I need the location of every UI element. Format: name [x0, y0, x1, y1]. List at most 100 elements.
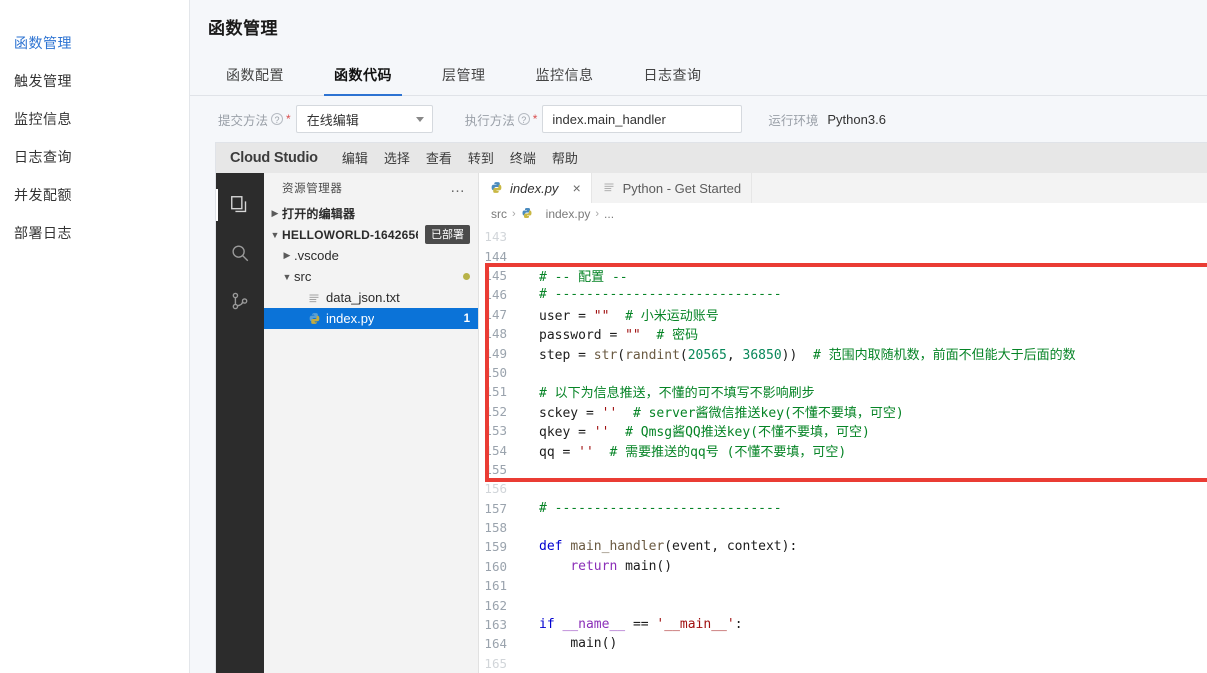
ide-menu-2[interactable]: 查看 — [418, 151, 460, 166]
submit-method-label: 提交方法 ? — [218, 110, 283, 129]
code-line-156: 156 — [479, 479, 1207, 498]
search-icon[interactable] — [216, 229, 264, 277]
code-line-160: 160 return main() — [479, 557, 1207, 576]
sidebar-item-3[interactable]: 日志查询 — [0, 138, 189, 176]
files-icon[interactable] — [216, 181, 264, 229]
code-line-text: def main_handler(event, context): — [525, 539, 797, 554]
page-header: 函数管理 — [190, 0, 1207, 56]
app-root: 函数管理触发管理监控信息日志查询并发配额部署日志 函数管理 函数配置函数代码层管… — [0, 0, 1207, 673]
sidebar-item-4[interactable]: 并发配额 — [0, 176, 189, 214]
editor-tab-label: Python - Get Started — [623, 181, 742, 196]
submit-method-select[interactable]: 在线编辑 — [296, 105, 433, 133]
ide-menu-3[interactable]: 转到 — [460, 151, 502, 166]
code-line-text: # -- 配置 -- — [525, 266, 628, 285]
line-number: 145 — [479, 268, 525, 283]
breadcrumb-item-2[interactable]: ... — [604, 207, 614, 221]
line-number: 163 — [479, 617, 525, 632]
code-line-text: qkey = '' # Qmsg酱QQ推送key(不懂不要填，可空) — [525, 421, 870, 440]
console-tabbar: 函数配置函数代码层管理监控信息日志查询 — [190, 56, 1207, 96]
ide-menubar: Cloud Studio 编辑选择查看转到终端帮助 — [216, 143, 1207, 173]
ide-menu-5[interactable]: 帮助 — [544, 151, 586, 166]
tree-node-1[interactable]: ▼src — [264, 266, 478, 287]
line-number: 153 — [479, 423, 525, 438]
handler-label: 执行方法 ? — [465, 110, 530, 129]
tab-2[interactable]: 层管理 — [424, 65, 504, 95]
code-line-163: 163if __name__ == '__main__': — [479, 615, 1207, 634]
tree-node-0[interactable]: ▶.vscode — [264, 245, 478, 266]
project-root-row[interactable]: ▼ HELLOWORLD-1642656725 已部署 — [264, 224, 478, 245]
tree-node-label: index.py — [326, 311, 374, 326]
code-line-text: sckey = '' # server酱微信推送key(不懂不要填，可空) — [525, 402, 904, 421]
sidebar-item-2[interactable]: 监控信息 — [0, 100, 189, 138]
ide-menu-4[interactable]: 终端 — [502, 151, 544, 166]
line-number: 161 — [479, 578, 525, 593]
sidebar-item-0[interactable]: 函数管理 — [0, 24, 189, 62]
sidebar-item-5[interactable]: 部署日志 — [0, 214, 189, 252]
required-mark: * — [533, 112, 538, 126]
editor-tab-0[interactable]: index.py× — [479, 173, 592, 203]
line-number: 147 — [479, 307, 525, 322]
python-icon — [490, 181, 504, 195]
code-line-157: 157# ----------------------------- — [479, 498, 1207, 517]
breadcrumb-item-0[interactable]: src — [491, 207, 507, 221]
line-number: 149 — [479, 346, 525, 361]
code-line-159: 159def main_handler(event, context): — [479, 537, 1207, 556]
code-line-153: 153qkey = '' # Qmsg酱QQ推送key(不懂不要填，可空) — [479, 421, 1207, 440]
line-number: 158 — [479, 520, 525, 535]
line-number: 157 — [479, 501, 525, 516]
activity-bar — [216, 173, 264, 673]
ide-menu-1[interactable]: 选择 — [376, 151, 418, 166]
more-actions-icon[interactable]: … — [450, 184, 466, 192]
tree-node-label: src — [294, 269, 311, 284]
line-number: 159 — [479, 539, 525, 554]
code-line-164: 164 main() — [479, 634, 1207, 653]
source-control-icon[interactable] — [216, 277, 264, 325]
line-number: 165 — [479, 656, 525, 671]
code-line-162: 162 — [479, 595, 1207, 614]
cloud-studio-ide: Cloud Studio 编辑选择查看转到终端帮助 — [215, 142, 1207, 673]
handler-input[interactable] — [542, 105, 742, 133]
code-line-152: 152sckey = '' # server酱微信推送key(不懂不要填，可空) — [479, 402, 1207, 421]
function-config-form: 提交方法 ? * 在线编辑 执行方法 ? * 运行环境 Python3.6 — [190, 96, 1207, 142]
line-number: 152 — [479, 404, 525, 419]
project-root-label: HELLOWORLD-1642656725 — [282, 228, 418, 242]
code-line-150: 150 — [479, 363, 1207, 382]
code-line-149: 149step = str(randint(20565, 36850)) # 范… — [479, 343, 1207, 362]
code-line-text: # ----------------------------- — [525, 501, 782, 516]
chevron-down-icon: ▼ — [280, 272, 294, 282]
code-line-148: 148password = "" # 密码 — [479, 324, 1207, 343]
explorer-title: 资源管理器 — [282, 180, 343, 196]
ide-menu-0[interactable]: 编辑 — [334, 151, 376, 166]
line-number: 162 — [479, 598, 525, 613]
close-icon[interactable]: × — [572, 181, 580, 195]
sidebar-item-1[interactable]: 触发管理 — [0, 62, 189, 100]
required-mark: * — [286, 112, 291, 126]
tab-4[interactable]: 日志查询 — [626, 65, 720, 95]
page-title: 函数管理 — [208, 14, 1207, 39]
line-number: 155 — [479, 462, 525, 477]
code-editor[interactable]: 143144145# -- 配置 --146# ----------------… — [479, 225, 1207, 673]
code-line-154: 154qq = '' # 需要推送的qq号 (不懂不要填，可空) — [479, 440, 1207, 459]
code-line-144: 144 — [479, 246, 1207, 265]
submit-method-label-text: 提交方法 — [218, 110, 268, 129]
code-line-text: main() — [525, 636, 617, 651]
console-sidebar: 函数管理触发管理监控信息日志查询并发配额部署日志 — [0, 0, 190, 673]
open-editors-label: 打开的编辑器 — [282, 205, 355, 222]
help-icon[interactable]: ? — [271, 113, 283, 125]
main-region: 函数管理 函数配置函数代码层管理监控信息日志查询 提交方法 ? * 在线编辑 执… — [190, 0, 1207, 673]
open-editors-section[interactable]: ▶ 打开的编辑器 — [264, 203, 478, 224]
tab-3[interactable]: 监控信息 — [518, 65, 612, 95]
code-line-146: 146# ----------------------------- — [479, 285, 1207, 304]
breadcrumb-separator: › — [595, 208, 599, 220]
tab-1[interactable]: 函数代码 — [316, 65, 410, 95]
chevron-right-icon: ▶ — [280, 250, 294, 261]
tree-node-3[interactable]: index.py1 — [264, 308, 478, 329]
tree-node-2[interactable]: data_json.txt — [264, 287, 478, 308]
tab-0[interactable]: 函数配置 — [208, 65, 302, 95]
breadcrumb-item-1[interactable]: index.py — [546, 207, 591, 221]
editor-tab-1[interactable]: Python - Get Started — [592, 173, 753, 203]
python-file-icon — [306, 312, 322, 325]
text-file-icon — [306, 292, 322, 304]
help-icon[interactable]: ? — [518, 113, 530, 125]
handler-label-text: 执行方法 — [465, 110, 515, 129]
